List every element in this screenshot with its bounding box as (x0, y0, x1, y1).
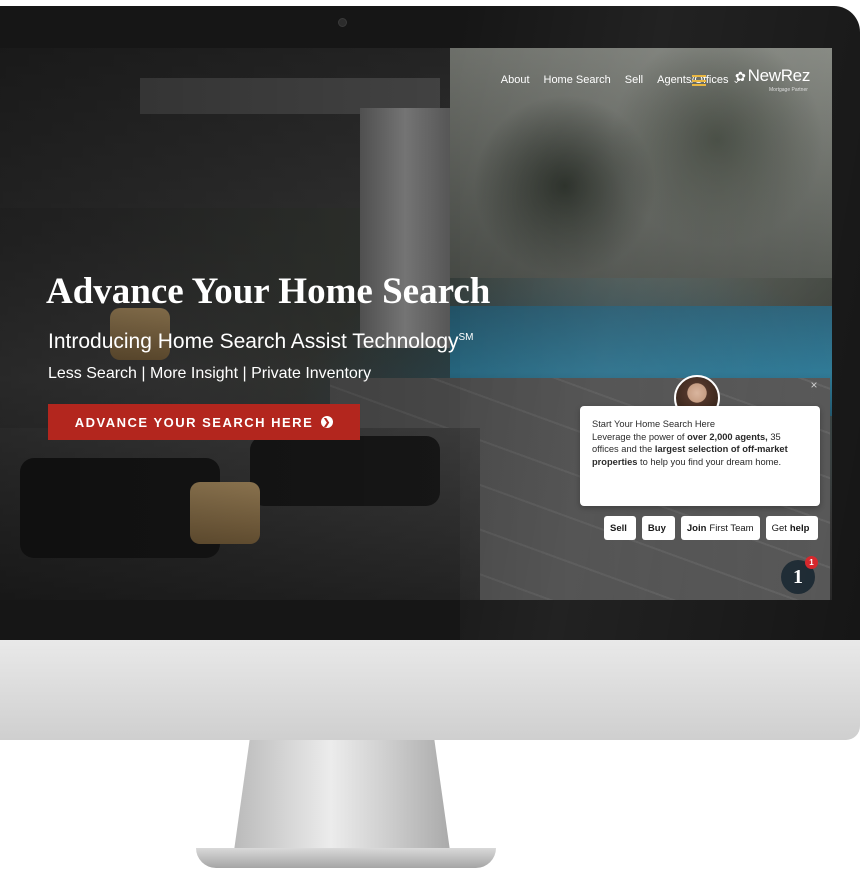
buy-button[interactable]: Buy (641, 516, 675, 540)
chat-heading: Start Your Home Search Here (592, 419, 715, 429)
buy-button-label: Buy (647, 522, 666, 534)
logo-brand: NewRez (747, 66, 811, 85)
service-mark: SM (458, 332, 474, 343)
logo-mark-icon: ✿ (735, 69, 746, 84)
advance-search-button[interactable]: ADVANCE YOUR SEARCH HERE ❯ (48, 404, 360, 440)
nav-home-search[interactable]: Home Search (544, 74, 611, 86)
join-button-bold: Join (686, 522, 707, 534)
monitor-chin (0, 640, 860, 740)
hero-subtitle: Introducing Home Search Assist Technolog… (48, 330, 474, 354)
hamburger-menu-icon[interactable] (692, 75, 706, 86)
chat-quick-replies: Sell Buy Join First Team Get help (604, 516, 819, 540)
join-team-button[interactable]: Join First Team (680, 516, 760, 540)
close-chat-icon[interactable]: × (807, 378, 821, 392)
newrez-logo[interactable]: ✿ NewRez Mortgage Partner (735, 66, 811, 93)
help-button-plain: Get (771, 522, 787, 534)
sell-button-label: Sell (610, 522, 627, 534)
arrow-right-circle-icon: ❯ (321, 416, 334, 428)
get-help-button[interactable]: Get help (765, 516, 819, 540)
hero-tagline: Less Search | More Insight | Private Inv… (48, 365, 372, 382)
hero-title: Advance Your Home Search (46, 271, 491, 312)
help-button-bold: help (789, 522, 810, 534)
chat-launcher-button[interactable]: 11 (781, 556, 818, 594)
chat-launcher-number: 1 (793, 565, 803, 588)
chat-bold-1: over 2,000 agents, (687, 431, 768, 442)
advance-search-button-label: ADVANCE YOUR SEARCH HERE (74, 414, 314, 430)
chat-text-1: Leverage the power of (592, 431, 688, 442)
chat-body: Leverage the power of over 2,000 agents,… (592, 431, 808, 469)
chat-text-3: to help you find your dream home. (637, 456, 782, 467)
monitor-stand (232, 740, 452, 865)
hero-subtitle-text: Introducing Home Search Assist Technolog… (48, 330, 459, 353)
nav-sell[interactable]: Sell (625, 74, 643, 86)
website-screen: About Home Search Sell Agents/Offices ⌄ ✿… (0, 48, 832, 600)
sell-button[interactable]: Sell (604, 516, 636, 540)
notification-badge: 1 (805, 556, 818, 569)
chat-prompt-card[interactable]: Start Your Home Search Here Leverage the… (580, 406, 820, 506)
join-button-rest: First Team (709, 522, 754, 534)
nav-about[interactable]: About (501, 74, 530, 86)
logo-tagline: Mortgage Partner (769, 87, 808, 93)
monitor-stand-foot (196, 848, 496, 868)
camera-icon (338, 18, 347, 27)
